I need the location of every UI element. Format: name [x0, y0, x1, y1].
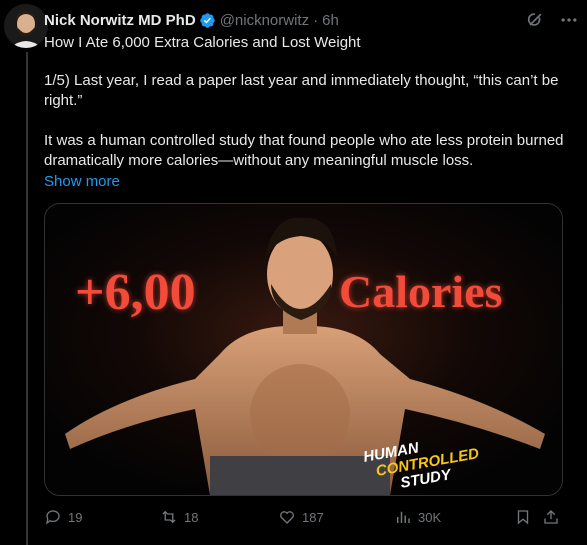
- headline-left: +6,00: [75, 264, 196, 321]
- avatar[interactable]: [4, 4, 48, 48]
- tweet-header: Nick Norwitz MD PhD @nicknorwitz · 6h: [44, 9, 579, 31]
- views-icon: [397, 511, 410, 523]
- more-icon[interactable]: [559, 10, 579, 30]
- timestamp[interactable]: 6h: [322, 12, 339, 29]
- reply-button[interactable]: 19: [44, 508, 82, 526]
- verified-badge-icon: [199, 12, 215, 28]
- like-button[interactable]: 187: [278, 508, 324, 526]
- reply-count: 19: [68, 509, 83, 525]
- thread-line: [26, 52, 28, 545]
- like-count: 187: [302, 509, 324, 525]
- tweet-media-image[interactable]: +6,00 +6,00 Calories Calories HUMAN CONT…: [44, 203, 563, 496]
- views-count: 30K: [418, 509, 442, 525]
- tweet-actions: 19 18 187 30K: [44, 508, 564, 528]
- tweet-title: How I Ate 6,000 Extra Calories and Lost …: [44, 34, 361, 51]
- repost-button[interactable]: 18: [160, 508, 198, 526]
- grok-icon[interactable]: [525, 10, 545, 30]
- tweet-paragraph-1: 1/5) Last year, I read a paper last year…: [44, 72, 559, 109]
- author-handle[interactable]: @nicknorwitz: [220, 12, 309, 29]
- views-button[interactable]: 30K: [394, 508, 441, 526]
- headline-right: Calories: [339, 266, 503, 317]
- share-icon: [544, 510, 558, 524]
- repost-icon: [162, 510, 176, 524]
- tweet-paragraph-2: It was a human controlled study that fou…: [44, 132, 564, 169]
- author-name[interactable]: Nick Norwitz MD PhD: [44, 12, 196, 29]
- separator-dot: ·: [313, 11, 319, 29]
- repost-count: 18: [184, 509, 199, 525]
- tweet-body: How I Ate 6,000 Extra Calories and Lost …: [44, 33, 574, 191]
- show-more-link[interactable]: Show more: [44, 173, 120, 190]
- bookmark-icon: [517, 510, 529, 525]
- reply-icon: [45, 510, 60, 525]
- bookmark-button[interactable]: [514, 508, 532, 526]
- like-icon: [280, 511, 294, 524]
- share-button[interactable]: [542, 508, 560, 526]
